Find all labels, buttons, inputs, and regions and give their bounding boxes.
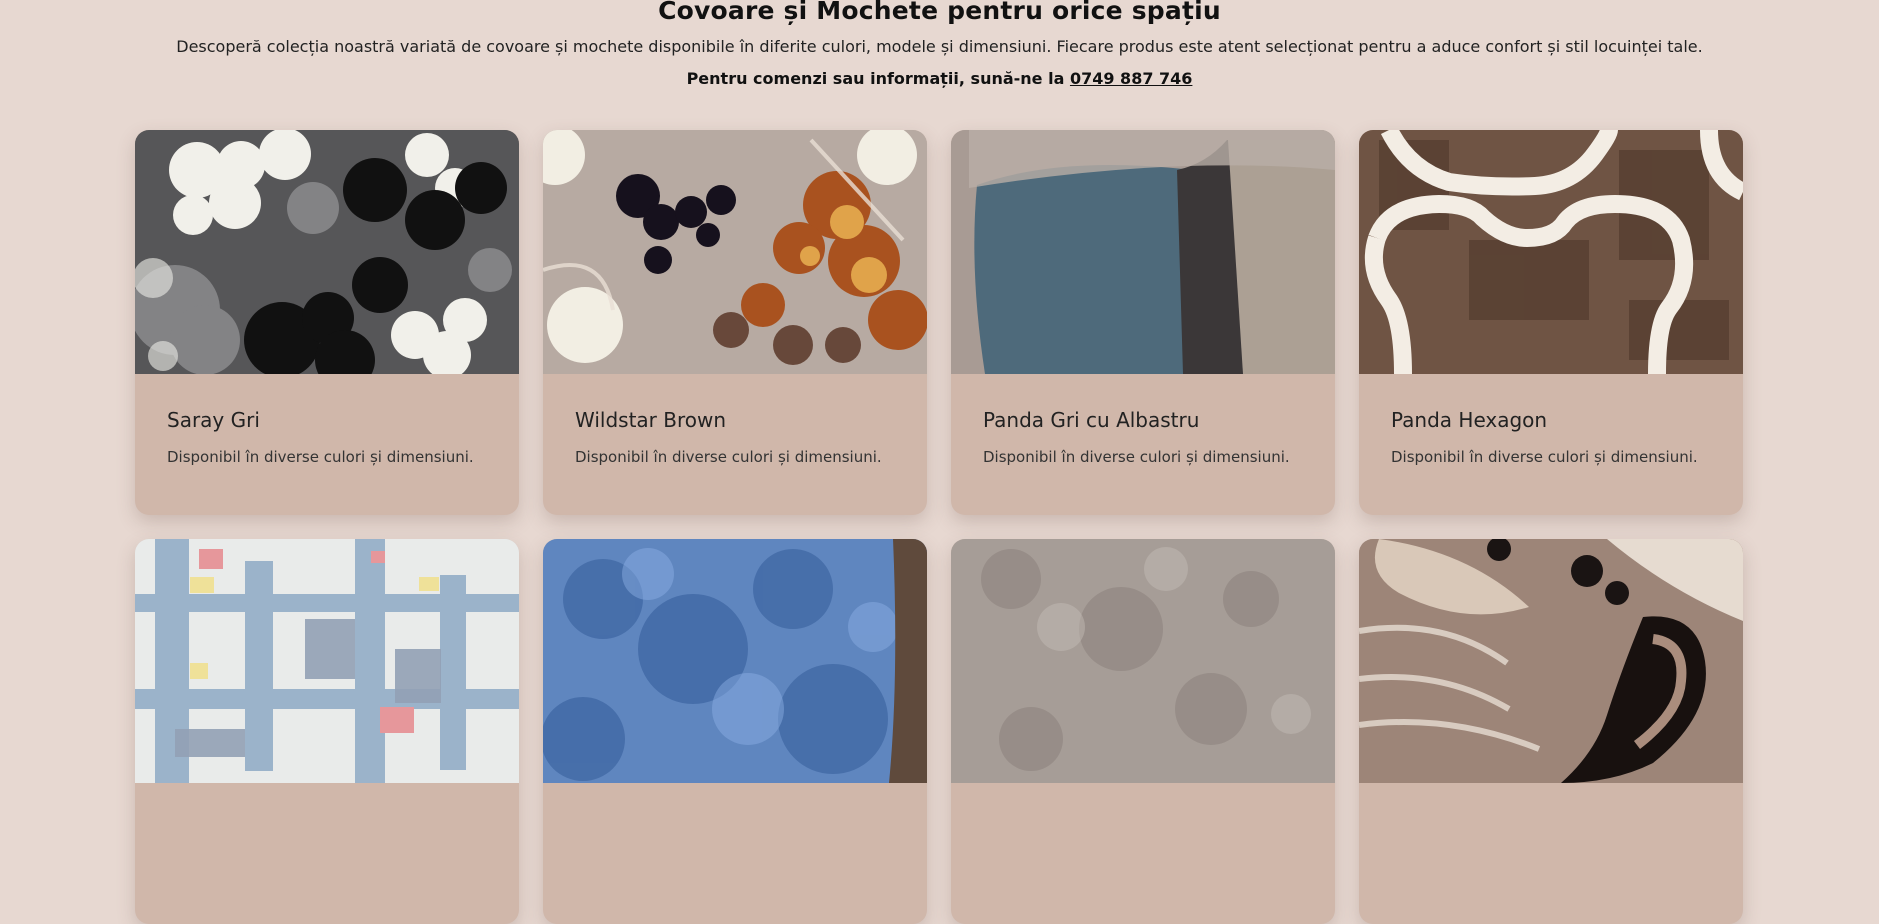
product-card-panda-hexagon[interactable]: Panda Hexagon Disponibil în diverse culo…: [1359, 130, 1743, 515]
hexagon-carpet-image-svg: [1359, 130, 1743, 374]
paisley-carpet-image: [1359, 539, 1743, 783]
product-description: Disponibil în diverse culori și dimensiu…: [167, 448, 474, 466]
abstract-blue-carpet-image-svg: [135, 539, 519, 783]
product-grid: Saray Gri Disponibil în diverse culori ș…: [135, 130, 1743, 924]
product-card-paisley[interactable]: [1359, 539, 1743, 924]
product-card-panda-gri-cu-albastru[interactable]: Panda Gri cu Albastru Disponibil în dive…: [951, 130, 1335, 515]
product-card-gray-loop[interactable]: [951, 539, 1335, 924]
gray-blue-striped-carpet-image-svg: [951, 130, 1335, 374]
product-card-blue-shag[interactable]: [543, 539, 927, 924]
page: Covoare și Mochete pentru orice spațiu D…: [0, 0, 1879, 924]
contact-prefix: Pentru comenzi sau informații, sună-ne l…: [686, 69, 1070, 88]
product-description: Disponibil în diverse culori și dimensiu…: [575, 448, 882, 466]
hexagon-carpet-image: [1359, 130, 1743, 374]
product-card-saray-gri[interactable]: Saray Gri Disponibil în diverse culori ș…: [135, 130, 519, 515]
page-title: Covoare și Mochete pentru orice spațiu: [658, 0, 1221, 25]
product-title: Panda Gri cu Albastru: [983, 408, 1200, 432]
product-description: Disponibil în diverse culori și dimensiu…: [1391, 448, 1698, 466]
floral-gray-carpet-image-svg: [135, 130, 519, 374]
product-card-abstract-blue[interactable]: [135, 539, 519, 924]
brown-floral-carpet-image-svg: [543, 130, 927, 374]
product-title: Panda Hexagon: [1391, 408, 1548, 432]
floral-gray-carpet-image: [135, 130, 519, 374]
product-title: Wildstar Brown: [575, 408, 727, 432]
abstract-blue-carpet-image: [135, 539, 519, 783]
brown-floral-carpet-image: [543, 130, 927, 374]
contact-line: Pentru comenzi sau informații, sună-ne l…: [0, 69, 1879, 88]
paisley-carpet-image-svg: [1359, 539, 1743, 783]
gray-loop-carpet-image: [951, 539, 1335, 783]
gray-blue-striped-carpet-image: [951, 130, 1335, 374]
blue-shag-carpet-image: [543, 539, 927, 783]
phone-link[interactable]: 0749 887 746: [1070, 69, 1192, 88]
gray-loop-carpet-image-svg: [951, 539, 1335, 783]
product-description: Disponibil în diverse culori și dimensiu…: [983, 448, 1290, 466]
blue-shag-carpet-image-svg: [543, 539, 927, 783]
product-title: Saray Gri: [167, 408, 260, 432]
page-subtitle: Descoperă colecția noastră variată de co…: [176, 37, 1703, 56]
product-card-wildstar-brown[interactable]: Wildstar Brown Disponibil în diverse cul…: [543, 130, 927, 515]
